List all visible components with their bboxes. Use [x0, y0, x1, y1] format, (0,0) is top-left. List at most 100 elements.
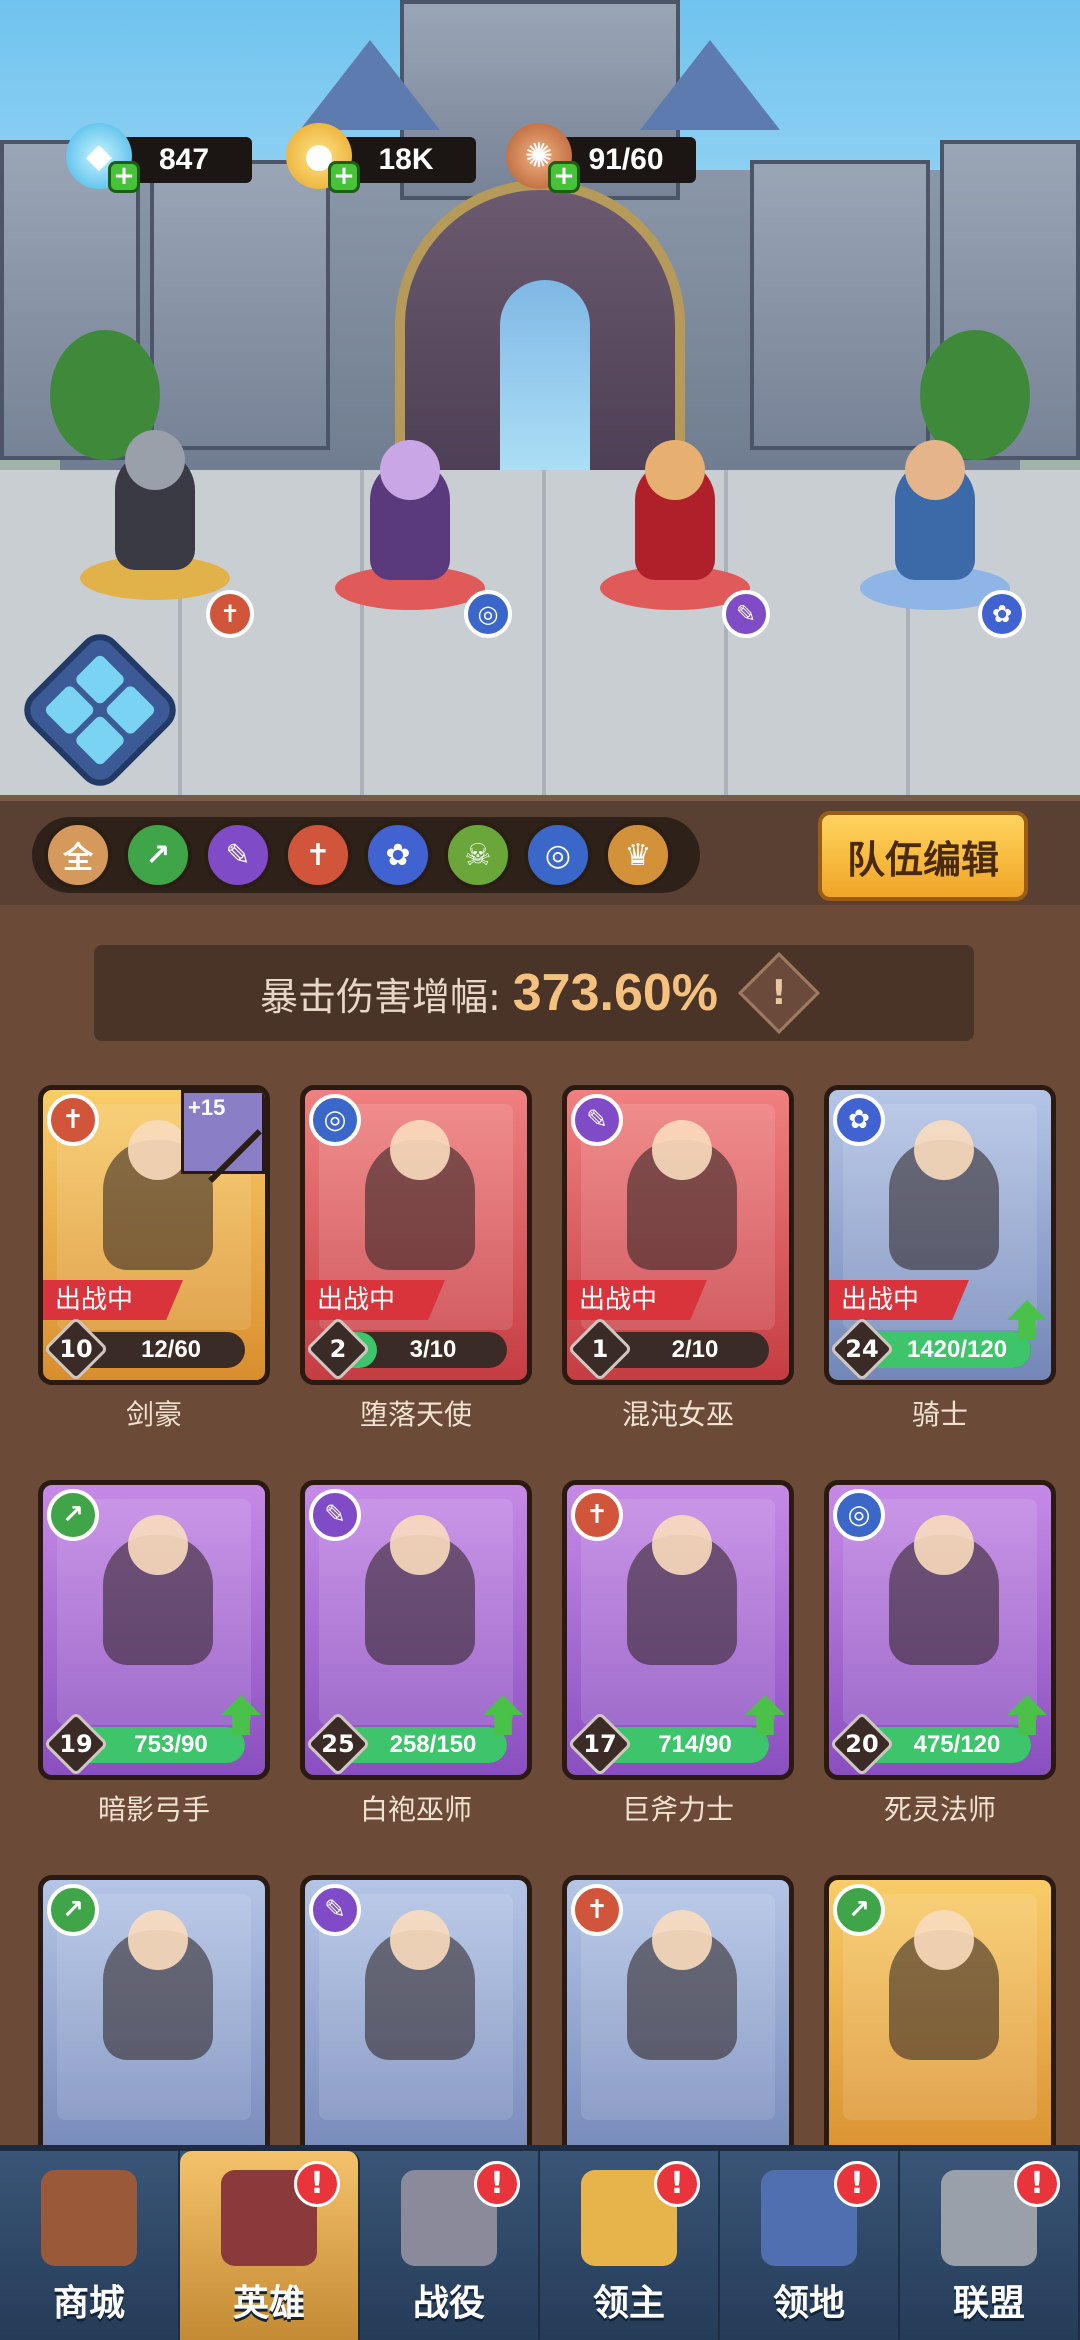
- castle-roof-left: [300, 40, 440, 130]
- hero-card[interactable]: ↗: [38, 1875, 270, 2145]
- hero-card[interactable]: ↗ 19 753/90: [38, 1480, 270, 1780]
- hero-card[interactable]: ↗: [824, 1875, 1056, 2145]
- filter-bow-icon[interactable]: ↗: [124, 821, 192, 889]
- hero-card[interactable]: ◎ 出战中 2 3/10: [300, 1085, 532, 1385]
- nav-knight-helmet[interactable]: 联盟!: [900, 2151, 1080, 2340]
- nav-crossed-swords[interactable]: 战役!: [360, 2151, 540, 2340]
- nav-label: 领主: [592, 2283, 665, 2324]
- in-battle-badge: 出战中: [305, 1280, 445, 1320]
- hero-grid[interactable]: 暴击伤害增幅: 373.60% ! ✝ +15 出战中 10 12/60 剑豪 ◎ 出战中 2 3…: [0, 905, 1080, 2145]
- castle-tower-inner-right: [750, 160, 930, 450]
- add-gold-icon[interactable]: +: [328, 161, 360, 193]
- class-icon: ↗: [833, 1884, 885, 1936]
- scene-hero-chaos-witch[interactable]: [590, 440, 760, 610]
- nav-castle[interactable]: 领地!: [720, 2151, 900, 2340]
- hero-portrait: [889, 1120, 999, 1270]
- hero-portrait: [627, 1910, 737, 2060]
- filter-sword-icon[interactable]: ✝: [284, 821, 352, 889]
- class-icon: ✎: [309, 1489, 361, 1541]
- alert-badge-icon: !: [654, 2161, 700, 2207]
- alert-badge-icon: !: [474, 2161, 520, 2207]
- hero-name: 暗影弓手: [97, 1793, 210, 1826]
- class-icon: ✝: [571, 1884, 623, 1936]
- nav-crowned-lord[interactable]: 领主!: [540, 2151, 720, 2340]
- level-progress-bar: 20 475/120: [829, 1711, 1031, 1775]
- shard-progress: 475/120: [913, 1731, 1001, 1758]
- in-battle-badge: 出战中: [829, 1280, 969, 1320]
- alert-badge-icon: !: [834, 2161, 880, 2207]
- hero-card[interactable]: ✝ 17 714/90: [562, 1480, 794, 1780]
- class-icon: ↗: [47, 1884, 99, 1936]
- gems-counter[interactable]: ◆ + 847: [66, 123, 252, 193]
- filter-crown-wings-icon[interactable]: ♛: [604, 821, 672, 889]
- info-glyph: !: [771, 972, 787, 1013]
- castle-gate: [395, 180, 685, 480]
- crit-damage-bar: 暴击伤害增幅: 373.60% !: [94, 945, 974, 1041]
- hero-portrait: [103, 1910, 213, 2060]
- hero-card[interactable]: ✎ 25 258/150: [300, 1480, 532, 1780]
- hero-name: 剑豪: [125, 1398, 182, 1431]
- class-icon: ✎: [309, 1884, 361, 1936]
- hero-level: 17: [583, 1730, 617, 1758]
- staff-class-icon: ✎: [722, 590, 770, 638]
- hero-card[interactable]: ✝: [562, 1875, 794, 2145]
- nav-label: 联盟: [952, 2283, 1025, 2324]
- hero-card[interactable]: ✎ 出战中 1 2/10: [562, 1085, 794, 1385]
- hero-name: 白袍巫师: [359, 1793, 472, 1826]
- crit-damage-label: 暴击伤害增幅:: [259, 974, 501, 1019]
- hero-name: 骑士: [911, 1398, 968, 1431]
- shard-progress: 1420/120: [906, 1336, 1008, 1363]
- filter-skull-icon[interactable]: ☠: [444, 821, 512, 889]
- nav-label: 英雄: [232, 2283, 305, 2324]
- add-gems-icon[interactable]: +: [108, 161, 140, 193]
- food-counter[interactable]: ✺ + 91/60: [506, 123, 696, 193]
- class-icon: ✎: [571, 1094, 623, 1146]
- battle-scene: ✝ ◎ ✎ ✿: [0, 0, 1080, 800]
- hero-portrait: [365, 1120, 475, 1270]
- scene-hero-knight[interactable]: [850, 440, 1020, 610]
- scene-hero-swordmaster[interactable]: [70, 430, 240, 600]
- filter-swirl-icon[interactable]: ◎: [524, 821, 592, 889]
- hero-name: 死灵法师: [883, 1793, 996, 1826]
- hero-card[interactable]: ✝ +15 出战中 10 12/60: [38, 1085, 270, 1385]
- bottom-nav: 商城 英雄! 战役! 领主! 领地! 联盟!: [0, 2145, 1080, 2340]
- shard-progress: 753/90: [134, 1731, 208, 1758]
- shard-progress: 12/60: [140, 1336, 202, 1363]
- hero-card[interactable]: ✎: [300, 1875, 532, 2145]
- in-battle-badge: 出战中: [567, 1280, 707, 1320]
- hero-card[interactable]: ✿ 出战中 24 1420/120: [824, 1085, 1056, 1385]
- weapon-enhance-level: +15: [188, 1095, 226, 1120]
- hero-name: 混沌女巫: [621, 1398, 734, 1431]
- level-progress-bar: 1 2/10: [567, 1316, 769, 1380]
- castle-tower-inner-left: [150, 160, 330, 450]
- shard-progress: 2/10: [671, 1336, 719, 1363]
- hero-level: 1: [591, 1335, 609, 1363]
- filter-all-icon[interactable]: 全: [44, 821, 112, 889]
- class-icon: ↗: [47, 1489, 99, 1541]
- scene-hero-fallen-angel[interactable]: [325, 440, 495, 610]
- gold-counter[interactable]: ● + 18K: [286, 123, 476, 193]
- alert-badge-icon: !: [294, 2161, 340, 2207]
- hero-portrait: [365, 1910, 475, 2060]
- weapon-slot[interactable]: +15: [181, 1090, 265, 1174]
- shard-progress: 714/90: [658, 1731, 732, 1758]
- shard-progress: 3/10: [409, 1336, 457, 1363]
- info-icon[interactable]: !: [738, 951, 821, 1035]
- level-progress-bar: 2 3/10: [305, 1316, 507, 1380]
- team-edit-button[interactable]: 队伍编辑: [818, 811, 1028, 901]
- hero-portrait: [889, 1910, 999, 2060]
- shard-progress: 258/150: [389, 1731, 477, 1758]
- filter-staff-icon[interactable]: ✎: [204, 821, 272, 889]
- class-icon: ✿: [833, 1094, 885, 1146]
- hero-name: 巨斧力士: [621, 1793, 734, 1826]
- class-icon: ✝: [47, 1094, 99, 1146]
- hero-card[interactable]: ◎ 20 475/120: [824, 1480, 1056, 1780]
- nav-shop-chest[interactable]: 商城: [0, 2151, 180, 2340]
- nav-hero-cards[interactable]: 英雄!: [180, 2151, 360, 2340]
- level-progress-bar: 19 753/90: [43, 1711, 245, 1775]
- paw-class-icon: ✿: [978, 590, 1026, 638]
- add-food-icon[interactable]: +: [548, 161, 580, 193]
- nav-label: 商城: [52, 2283, 125, 2324]
- class-icon: ◎: [833, 1489, 885, 1541]
- filter-paw-icon[interactable]: ✿: [364, 821, 432, 889]
